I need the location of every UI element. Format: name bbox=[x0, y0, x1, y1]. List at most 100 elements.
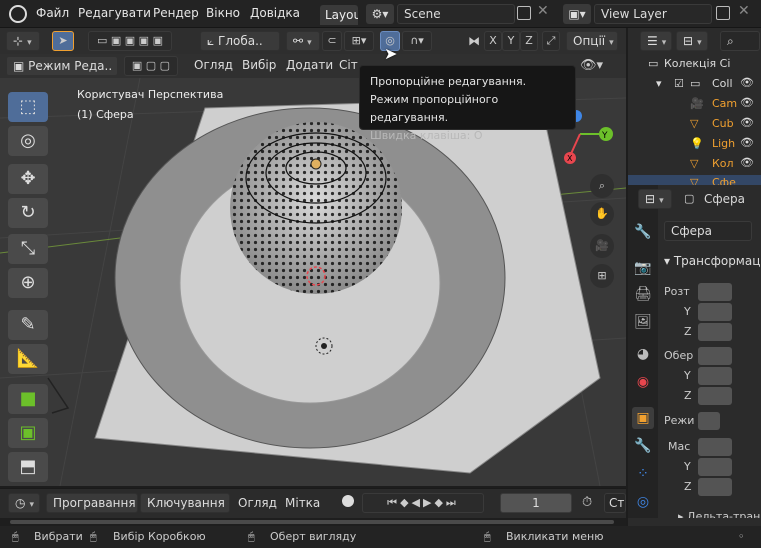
select-mode-buttons[interactable]: ▣ ▢ ▢ bbox=[124, 56, 178, 76]
object-datablock-field[interactable]: Сфера bbox=[664, 221, 752, 241]
mirror-z-toggle[interactable]: Z bbox=[520, 31, 538, 51]
outliner-item[interactable]: 💡 Ligh 👁 bbox=[628, 135, 761, 154]
start-frame-field[interactable]: Ст bbox=[604, 493, 626, 513]
annotate-tool-icon[interactable]: ✎ bbox=[8, 310, 48, 340]
outliner-item[interactable]: ▽ Cub 👁 bbox=[628, 115, 761, 134]
rotation-mode-dropdown[interactable] bbox=[698, 412, 720, 430]
transform-orientation-dropdown[interactable]: ⟀ Глоба.. bbox=[200, 31, 280, 51]
record-icon[interactable] bbox=[342, 495, 354, 507]
checkbox-icon[interactable]: ☑ bbox=[674, 77, 684, 90]
location-x-field[interactable] bbox=[698, 283, 732, 301]
tool-properties-icon[interactable]: 🔧 bbox=[632, 221, 654, 243]
zoom-icon[interactable]: ⌕ bbox=[590, 174, 614, 198]
scale-z-field[interactable] bbox=[698, 478, 732, 496]
select-tool-icon[interactable]: ➤ bbox=[52, 31, 74, 51]
pivot-point-dropdown[interactable]: ⚯ ▾ bbox=[286, 31, 320, 51]
mirror-y-toggle[interactable]: Y bbox=[502, 31, 520, 51]
snap-target-icon[interactable]: ⊞▾ bbox=[344, 31, 374, 51]
rotation-y-field[interactable] bbox=[698, 367, 732, 385]
menu-view[interactable]: Огляд bbox=[194, 58, 233, 72]
cursor-tool-icon[interactable]: ◎ bbox=[8, 126, 48, 156]
menu-window[interactable]: Вікно bbox=[206, 6, 240, 20]
proportional-falloff-icon[interactable]: ∩▾ bbox=[402, 31, 432, 51]
extrude-tool-icon[interactable]: ▣ bbox=[8, 418, 48, 448]
scene-icon[interactable]: ⚙▾ bbox=[366, 4, 394, 24]
outliner-editor-type[interactable]: ☰ ▾ bbox=[640, 31, 672, 51]
eye-icon[interactable]: 👁 bbox=[740, 156, 754, 169]
transform-section-header[interactable]: ▾ Трансформац bbox=[664, 254, 760, 268]
playback-dropdown[interactable]: Програвання▾ bbox=[46, 493, 138, 513]
snap-toggle-icon[interactable]: ⊂ bbox=[322, 31, 342, 51]
menu-render[interactable]: Рендер bbox=[153, 6, 199, 20]
blender-logo-icon[interactable] bbox=[9, 5, 27, 23]
location-y-field[interactable] bbox=[698, 303, 732, 321]
timeline-editor-type[interactable]: ◷ ▾ bbox=[8, 493, 40, 513]
mirror-icon[interactable]: ⧓ bbox=[468, 34, 480, 48]
rotation-x-field[interactable] bbox=[698, 347, 732, 365]
rotation-z-field[interactable] bbox=[698, 387, 732, 405]
particles-properties-icon[interactable]: ⁘ bbox=[632, 463, 654, 485]
scale-y-field[interactable] bbox=[698, 458, 732, 476]
modifier-properties-icon[interactable]: 🔧 bbox=[632, 435, 654, 457]
display-mode-dropdown[interactable]: ⊟ ▾ bbox=[676, 31, 708, 51]
view-layer-field[interactable]: View Layer bbox=[594, 4, 712, 24]
rotate-tool-icon[interactable]: ↻ bbox=[8, 198, 48, 228]
location-z-field[interactable] bbox=[698, 323, 732, 341]
auto-merge-icon[interactable]: ⤢ bbox=[542, 31, 560, 51]
output-properties-icon[interactable]: 🖨 bbox=[632, 283, 654, 305]
outliner-item[interactable]: 🎥 Cam 👁 bbox=[628, 95, 761, 114]
select-box-tool-icon[interactable]: ⬚ bbox=[8, 92, 48, 122]
copy-scene-icon[interactable] bbox=[517, 6, 531, 20]
editor-type-dropdown[interactable]: ⊹ ▾ bbox=[6, 31, 40, 51]
scene-collection-row[interactable]: ▭ Колекція Сі bbox=[628, 55, 761, 74]
inset-tool-icon[interactable]: ⬒ bbox=[8, 452, 48, 482]
menu-file[interactable]: Файл bbox=[36, 6, 69, 20]
scene-name-field[interactable]: Scene bbox=[397, 4, 515, 24]
overlay-icon[interactable]: 👁▾ bbox=[580, 58, 603, 73]
transform-tool-icon[interactable]: ⊕ bbox=[8, 268, 48, 298]
render-properties-icon[interactable]: 📷 bbox=[632, 257, 654, 279]
options-dropdown[interactable]: Опції ▾ bbox=[566, 31, 618, 51]
outliner-search-input[interactable]: ⌕ bbox=[720, 31, 760, 51]
view-layer-icon[interactable]: ▣▾ bbox=[563, 4, 591, 24]
menu-edit[interactable]: Редагувати bbox=[78, 6, 151, 20]
menu-help[interactable]: Довідка bbox=[250, 6, 300, 20]
world-properties-icon[interactable]: ◉ bbox=[632, 371, 654, 393]
scene-properties-icon[interactable]: ◕ bbox=[632, 343, 654, 365]
select-mode-icons[interactable]: ▭ ▣ ▣ ▣ ▣ bbox=[88, 31, 172, 51]
keying-dropdown[interactable]: Ключування▾ bbox=[140, 493, 230, 513]
ortho-grid-icon[interactable]: ⊞ bbox=[590, 264, 614, 288]
mode-dropdown[interactable]: ▣ Режим Реда.. bbox=[6, 56, 118, 76]
outliner-item-active[interactable]: ▽ Сфе bbox=[628, 175, 761, 185]
copy-view-layer-icon[interactable] bbox=[716, 6, 730, 20]
playback-controls[interactable]: ⏮◆◀▶◆⏭ bbox=[362, 493, 484, 513]
scale-tool-icon[interactable]: ⤡ bbox=[8, 234, 48, 264]
workspace-tab-layout[interactable]: Layou bbox=[320, 5, 358, 25]
view-layer-properties-icon[interactable]: 🖼 bbox=[632, 311, 654, 333]
timeline-marker-menu[interactable]: Мітка bbox=[285, 496, 320, 510]
current-frame-field[interactable]: 1 bbox=[500, 493, 572, 513]
eye-icon[interactable]: 👁 bbox=[740, 96, 754, 109]
eye-icon[interactable]: 👁 bbox=[740, 116, 754, 129]
delta-transform-section[interactable]: ▸ Дельта-тран bbox=[678, 510, 760, 518]
menu-select[interactable]: Вибір bbox=[242, 58, 276, 72]
close-icon[interactable]: ✕ bbox=[738, 3, 750, 19]
menu-add[interactable]: Додати bbox=[286, 58, 333, 72]
timeline-view-menu[interactable]: Огляд bbox=[238, 496, 277, 510]
eye-icon[interactable]: 👁 bbox=[740, 76, 754, 89]
add-cube-tool-icon[interactable]: ■ bbox=[8, 384, 48, 414]
properties-editor-type[interactable]: ⊟ ▾ bbox=[638, 189, 672, 209]
physics-properties-icon[interactable]: ◎ bbox=[632, 491, 654, 513]
stopwatch-icon[interactable]: ⏱ bbox=[582, 495, 592, 510]
pan-hand-icon[interactable]: ✋ bbox=[590, 202, 614, 226]
mirror-x-toggle[interactable]: X bbox=[484, 31, 502, 51]
scale-x-field[interactable] bbox=[698, 438, 732, 456]
menu-mesh[interactable]: Сіт bbox=[339, 58, 358, 72]
camera-view-icon[interactable]: 🎥 bbox=[590, 234, 614, 258]
timeline-scrubber[interactable] bbox=[0, 518, 626, 526]
close-icon[interactable]: ✕ bbox=[537, 3, 549, 19]
eye-icon[interactable]: 👁 bbox=[740, 136, 754, 149]
move-tool-icon[interactable]: ✥ bbox=[8, 164, 48, 194]
outliner-item[interactable]: ▽ Кол 👁 bbox=[628, 155, 761, 174]
measure-tool-icon[interactable]: 📐 bbox=[8, 344, 48, 374]
